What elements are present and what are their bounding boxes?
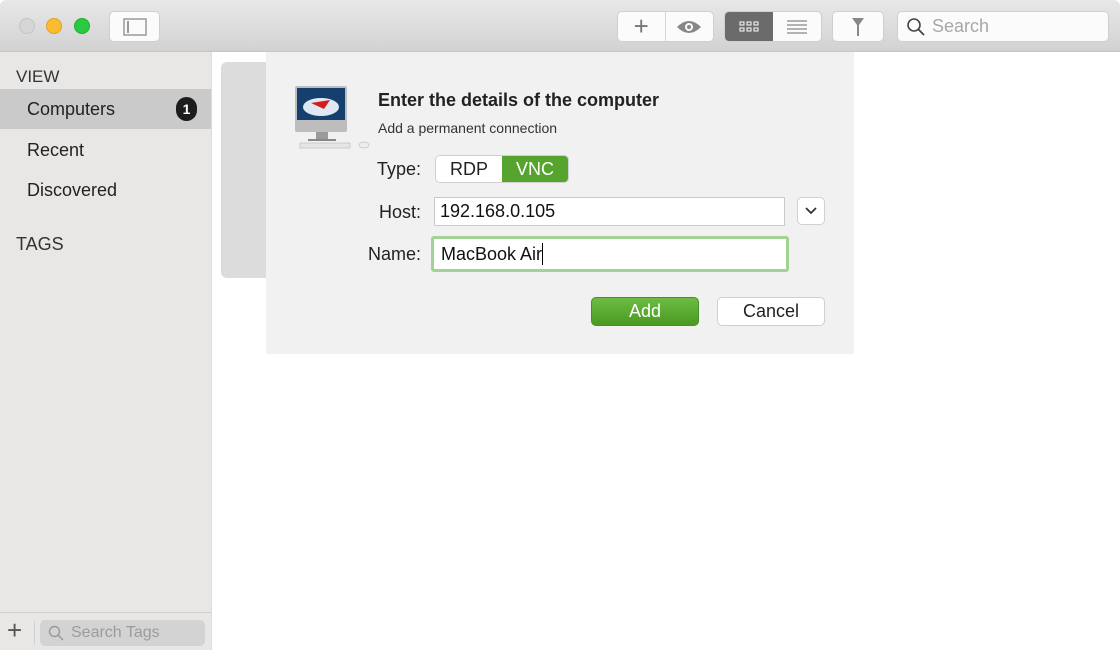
eye-icon — [677, 20, 702, 33]
sidebar-item-computers[interactable]: Computers 1 — [0, 89, 211, 129]
grid-view-button[interactable] — [725, 12, 773, 41]
add-computer-button[interactable]: + — [618, 12, 666, 41]
view-section-header: VIEW — [16, 67, 60, 86]
add-button[interactable]: Add — [591, 297, 699, 326]
search-icon — [48, 625, 64, 641]
type-option-vnc[interactable]: VNC — [502, 156, 568, 182]
zoom-window-button[interactable] — [74, 18, 90, 34]
tag-search-placeholder: Search Tags — [71, 624, 160, 641]
filter-button[interactable] — [832, 11, 884, 42]
sidebar-item-discovered[interactable]: Discovered — [0, 170, 211, 210]
search-placeholder: Search — [932, 16, 990, 36]
sidebar-icon — [122, 17, 147, 36]
add-computer-dialog: Enter the details of the computer Add a … — [266, 52, 854, 354]
plus-icon: + — [633, 11, 649, 41]
name-input[interactable]: MacBook Air — [431, 236, 789, 272]
cancel-button[interactable]: Cancel — [717, 297, 825, 326]
sidebar: VIEW Computers 1 Recent Discovered TAGS — [0, 52, 212, 650]
sidebar-item-label: Recent — [27, 140, 85, 160]
toggle-sidebar-button[interactable] — [109, 11, 160, 42]
host-label: Host: — [378, 202, 421, 222]
type-option-rdp[interactable]: RDP — [436, 156, 502, 182]
text-cursor — [542, 243, 544, 265]
name-input-value: MacBook Air — [441, 243, 543, 264]
tags-section-header: TAGS — [16, 234, 64, 254]
search-icon — [907, 17, 925, 36]
host-input[interactable]: 192.168.0.105 — [434, 197, 785, 226]
chevron-down-icon — [805, 207, 817, 215]
sidebar-item-label: Computers — [27, 99, 116, 119]
grid-icon — [739, 21, 759, 31]
sidebar-footer: + Search Tags — [0, 612, 211, 650]
count-badge: 1 — [176, 97, 197, 121]
list-icon — [787, 19, 807, 34]
dialog-subtitle: Add a permanent connection — [378, 120, 558, 136]
preview-button[interactable] — [666, 12, 714, 41]
name-label: Name: — [367, 244, 421, 264]
filter-icon — [852, 17, 864, 36]
type-label: Type: — [376, 159, 421, 179]
search-input[interactable]: Search — [897, 11, 1109, 42]
title-bar: + Search — [0, 0, 1120, 52]
divider — [34, 621, 35, 645]
computer-icon — [295, 86, 370, 149]
sidebar-item-recent[interactable]: Recent — [0, 130, 211, 170]
dialog-title: Enter the details of the computer — [378, 90, 660, 110]
minimize-window-button[interactable] — [46, 18, 62, 34]
list-view-button[interactable] — [773, 12, 821, 41]
tag-search-input[interactable]: Search Tags — [40, 620, 205, 646]
sidebar-item-label: Discovered — [27, 180, 118, 200]
close-window-button[interactable] — [19, 18, 35, 34]
host-history-dropdown[interactable] — [797, 197, 825, 225]
add-tag-button[interactable]: + — [7, 615, 22, 646]
plus-icon: + — [7, 615, 23, 645]
type-segmented-control: RDP VNC — [435, 155, 569, 183]
